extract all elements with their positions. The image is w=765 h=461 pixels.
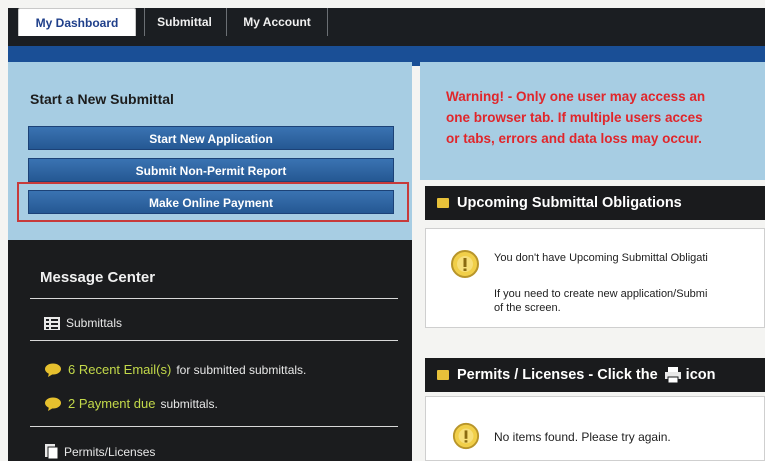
submittals-row: Submittals (44, 316, 122, 330)
speech-bubble-icon (44, 397, 62, 411)
payment-due-row: 2 Payment due submittals. (44, 396, 218, 411)
permits-label: Permits/Licenses (64, 444, 156, 459)
folder-icon (437, 370, 449, 380)
permits-licenses-message: No items found. Please try again. (494, 430, 671, 444)
upcoming-hint-line-1: If you need to create new application/Su… (494, 288, 708, 300)
submittals-label: Submittals (66, 316, 123, 330)
tab-my-account[interactable]: My Account (226, 8, 328, 36)
divider (30, 340, 398, 341)
permits-licenses-title-suffix: icon (685, 367, 716, 383)
upcoming-obligations-message: You don't have Upcoming Submittal Obliga… (494, 252, 708, 264)
upcoming-hint-line-2: of the screen. (494, 302, 561, 314)
start-submittal-title: Start a New Submittal (30, 91, 174, 107)
tab-my-dashboard[interactable]: My Dashboard (18, 8, 136, 36)
make-online-payment-button[interactable]: Make Online Payment (28, 190, 394, 214)
message-center-title: Message Center (40, 269, 156, 286)
recent-email-link[interactable]: 6 Recent Email(s) (68, 362, 171, 377)
payment-due-link[interactable]: 2 Payment due (68, 396, 155, 411)
recent-email-text: for submitted submittals. (176, 362, 307, 377)
divider (30, 426, 398, 427)
submit-non-permit-report-button[interactable]: Submit Non-Permit Report (28, 158, 394, 182)
document-icon (44, 444, 58, 459)
recent-email-row: 6 Recent Email(s) for submitted submitta… (44, 362, 306, 377)
speech-bubble-icon (44, 363, 62, 377)
permits-licenses-title: Permits / Licenses - Click the (457, 367, 658, 383)
permits-row: Permits/Licenses (44, 444, 155, 459)
info-icon (450, 249, 480, 284)
printer-icon (664, 367, 682, 383)
permits-licenses-header: Permits / Licenses - Click the icon (425, 358, 765, 392)
payment-due-text: submittals. (160, 396, 218, 411)
list-icon (44, 316, 60, 330)
warning-line-2: one browser tab. If multiple users acces (446, 110, 703, 125)
start-new-application-button[interactable]: Start New Application (28, 126, 394, 150)
upcoming-obligations-title: Upcoming Submittal Obligations (457, 195, 682, 211)
warning-line-1: Warning! - Only one user may access an (446, 89, 706, 104)
warning-line-3: or tabs, errors and data loss may occur. (446, 131, 702, 146)
divider (30, 298, 398, 299)
upcoming-obligations-header: Upcoming Submittal Obligations (425, 186, 765, 220)
folder-icon (437, 198, 449, 208)
info-icon (452, 422, 480, 455)
tab-submittal[interactable]: Submittal (144, 8, 224, 36)
